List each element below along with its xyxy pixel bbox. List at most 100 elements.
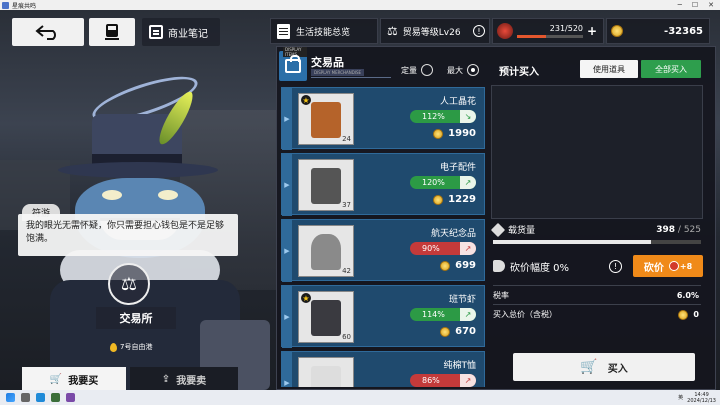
minimize-button[interactable]: ─ (678, 1, 682, 9)
trend-arrow-icon: ↗ (460, 374, 476, 387)
item-price-percent: 112% ↘ (410, 110, 476, 123)
tax-row: 税率 6.0% (493, 290, 699, 301)
planned-purchase-area (491, 85, 703, 219)
expand-arrow-icon[interactable]: ▶ (282, 220, 292, 282)
coin-icon (433, 194, 444, 205)
mode-max-option[interactable]: 最大 (447, 64, 479, 76)
total-row: 买入总价（含税） 0 (493, 309, 699, 320)
coin-icon (440, 260, 451, 271)
item-price-value: 1229 (448, 194, 476, 205)
back-arrow-icon (35, 25, 56, 40)
clock-date: 2024/12/13 (687, 397, 716, 404)
item-thumbnail: ★ 60 (298, 291, 354, 343)
app-icon (2, 1, 9, 9)
language-indicator[interactable]: 英 (678, 394, 683, 401)
info-icon[interactable]: ! (473, 25, 485, 37)
cargo-label: 载货量 (508, 226, 536, 236)
item-percent-value: 120% (422, 178, 445, 187)
use-item-button[interactable]: 使用道具 (580, 60, 638, 78)
train-map-button[interactable] (89, 18, 135, 46)
bargain-info-icon[interactable]: ! (609, 259, 622, 273)
item-image (311, 234, 341, 270)
fatigue-bar-fill (517, 35, 547, 38)
item-price-percent: 120% ↗ (410, 176, 476, 189)
mode-fixed-radio[interactable] (421, 64, 433, 76)
total-value-wrap: 0 (678, 309, 699, 320)
life-skills-overview-button[interactable]: 生活技能总览 (270, 18, 378, 44)
cargo-icon (490, 222, 506, 237)
edge-icon[interactable] (36, 393, 45, 402)
clock[interactable]: 14:49 2024/12/13 (687, 392, 716, 404)
item-percent-value: 114% (422, 310, 445, 319)
search-icon[interactable] (21, 393, 30, 402)
item-row[interactable]: ▶ 纯棉T恤 86% ↗ (281, 351, 485, 387)
item-price-value: 1990 (448, 128, 476, 139)
trend-arrow-icon: ↗ (460, 308, 476, 321)
expand-arrow-icon[interactable]: ▶ (282, 154, 292, 216)
business-notes-button[interactable]: 商业笔记 (142, 18, 220, 46)
mode-max-radio[interactable] (467, 64, 479, 76)
expand-arrow-icon[interactable]: ▶ (282, 352, 292, 387)
scale-icon: ⚖ (387, 24, 398, 38)
item-name: 航天纪念品 (430, 229, 476, 239)
cargo-value: 398 / 525 (656, 225, 701, 235)
trade-level-display[interactable]: ⚖ 贸易等级Lv26 ! (380, 18, 490, 44)
panel-header: DISPLAY ITEMS 交易品 DISPLAY MERCHANDISE 定量… (277, 47, 717, 83)
item-thumbnail (298, 357, 354, 387)
mode-max-label: 最大 (447, 65, 463, 75)
app-icon[interactable] (51, 393, 60, 402)
cargo-max: 525 (683, 224, 701, 235)
tab-buy[interactable]: 🛒 我要买 (22, 367, 126, 391)
tax-label: 税率 (493, 291, 509, 300)
cargo-separator: / (675, 224, 684, 235)
panel-subtitle: DISPLAY MERCHANDISE (311, 69, 365, 76)
windows-start-icon[interactable] (6, 393, 15, 402)
hat-brim (58, 162, 218, 178)
item-row[interactable]: ▶ 37 电子配件 120% ↗ 1229 (281, 153, 485, 216)
item-price: 1229 (433, 194, 476, 205)
fatigue-display: 231/520 + (492, 18, 604, 44)
total-label: 买入总价（含税） (493, 310, 557, 319)
item-row[interactable]: ▶ ★ 24 人工晶花 112% ↘ 1990 (281, 87, 485, 150)
item-price-value: 670 (455, 326, 476, 337)
expand-arrow-icon[interactable]: ▶ (282, 286, 292, 348)
bargain-token-icon (668, 261, 679, 271)
money-value: -32365 (664, 25, 703, 37)
merchandise-icon-box: DISPLAY ITEMS (279, 47, 307, 81)
item-name: 电子配件 (439, 163, 476, 173)
item-row[interactable]: ▶ 42 航天纪念品 90% ↗ 699 (281, 219, 485, 282)
exchange-emblem-icon: ⚖ (108, 263, 150, 305)
window-title: 星痕共鸣 (12, 2, 37, 10)
item-name: 纯棉T恤 (443, 361, 477, 371)
item-percent-value: 90% (422, 244, 440, 253)
close-window-button[interactable]: ✕ (708, 1, 714, 9)
item-list[interactable]: ▶ ★ 24 人工晶花 112% ↘ 1990 ▶ 37 电子配件 120% ↗ 1229 ▶ 42 航天纪念… (281, 87, 485, 387)
back-button[interactable] (12, 18, 84, 46)
add-fatigue-plus-icon[interactable]: + (587, 24, 597, 38)
tab-sell[interactable]: ⇪ 我要卖 (130, 367, 238, 391)
item-thumbnail: 42 (298, 225, 354, 277)
buy-all-button[interactable]: 全部买入 (641, 60, 701, 78)
bargain-row: 砍价幅度 0% ! 砍价 +8 (493, 253, 703, 279)
business-notes-label: 商业笔记 (168, 28, 208, 40)
buy-button-label: 买入 (607, 363, 628, 375)
coin-icon (433, 128, 444, 139)
item-price-percent: 90% ↗ (410, 242, 476, 255)
mode-fixed-option[interactable]: 定量 (401, 64, 433, 76)
fatigue-avatar-icon (497, 23, 513, 39)
character-eye-right (158, 190, 178, 200)
item-price-percent: 114% ↗ (410, 308, 476, 321)
buy-button[interactable]: 🛒 买入 (513, 353, 695, 381)
bargain-button[interactable]: 砍价 +8 (633, 255, 703, 277)
divider (493, 285, 701, 286)
maximize-button[interactable]: ☐ (692, 1, 698, 9)
expand-arrow-icon[interactable]: ▶ (282, 88, 292, 150)
location-label: 7号自由港 (120, 343, 153, 351)
header-divider (311, 77, 391, 78)
item-quantity: 24 (342, 135, 351, 143)
item-image (311, 366, 341, 387)
item-row[interactable]: ▶ ★ 60 班节虾 114% ↗ 670 (281, 285, 485, 348)
tab-buy-label: 我要买 (68, 375, 99, 387)
mode-fixed-label: 定量 (401, 65, 417, 75)
game-taskbar-icon[interactable] (66, 393, 75, 402)
